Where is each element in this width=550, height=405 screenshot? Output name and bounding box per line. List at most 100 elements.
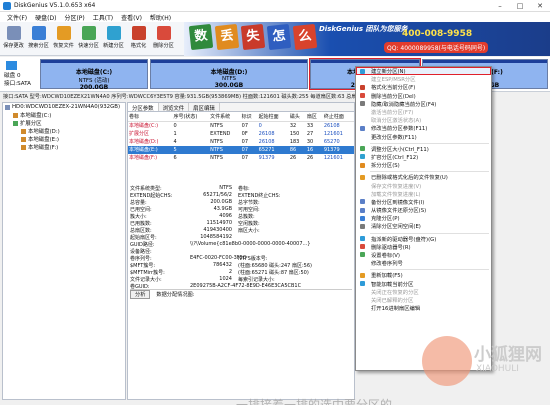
- table-cell: 07: [241, 122, 249, 129]
- menu-item-icon: [360, 244, 365, 250]
- column-header[interactable]: 终止柱面: [322, 112, 354, 122]
- tree-label: 本地磁盘(C:): [20, 113, 52, 119]
- menu-item-label: 修改卷序列号: [371, 261, 403, 268]
- context-menu-item[interactable]: 克隆分区(P): [356, 214, 491, 222]
- save-changes-button[interactable]: 保存更改: [2, 25, 25, 54]
- info-v: 43.9GB: [213, 206, 232, 212]
- analyze-bar: 分析 数据分配情况图:: [130, 289, 352, 299]
- info-v2: [288, 241, 348, 248]
- context-menu-item[interactable]: 扩容分区(Ctrl_F12): [356, 153, 491, 161]
- context-menu-item[interactable]: 清除分区空闲空间(E): [356, 222, 491, 230]
- tree-item-extended[interactable]: 扩展分区: [3, 119, 125, 127]
- context-menu-item[interactable]: 调整分区大小(Ctrl_F11): [356, 145, 491, 153]
- context-menu-item[interactable]: 已删除或格式化后的文件恢复(U): [356, 173, 491, 181]
- context-menu-item[interactable]: 修改卷序列号: [356, 259, 491, 267]
- menu-item-icon: [360, 93, 365, 99]
- column-header[interactable]: 磁头: [288, 112, 306, 122]
- table-row[interactable]: 本地磁盘(E:) 5 NTFS 07 65271 86 16 91379: [128, 145, 354, 154]
- menu-item-label: 智能加载当前分区: [371, 281, 414, 288]
- column-header[interactable]: 文件系统: [209, 112, 241, 122]
- context-menu-item[interactable]: 删除驱动器号(R): [356, 243, 491, 251]
- partition-block-c[interactable]: 本地磁盘(C:) NTFS (活动) 200.0GB: [40, 59, 148, 91]
- menu-file[interactable]: 文件(F): [3, 13, 31, 22]
- delete-partition-button[interactable]: 删除分区: [152, 25, 175, 54]
- tab-partition-params[interactable]: 分区参数: [128, 103, 159, 112]
- menu-item-label: 克隆分区(P): [371, 216, 400, 223]
- info-row: 卷序列号: E4FC-0020-FC00-3F5C NTFS版本号:: [130, 255, 352, 262]
- table-cell: 33: [306, 122, 314, 129]
- table-row[interactable]: 扩展分区 1 EXTEND 0F 26108 150 27 121601: [128, 130, 354, 138]
- format-button[interactable]: 格式化: [127, 25, 150, 54]
- context-menu-item[interactable]: 隐藏/取消隐藏当前分区(F4): [356, 100, 491, 108]
- info-row: $MFTMirr簇号: 2 (柱面:65271 磁头:87 扇区:50): [130, 269, 352, 276]
- menu-separator: [370, 169, 489, 173]
- tree-item-c[interactable]: 本地磁盘(C:): [3, 111, 125, 119]
- promo-banner[interactable]: 数 丢 失 怎 么 DiskGenius 团队为您服务 400-008-9958…: [184, 22, 550, 56]
- context-menu-item[interactable]: 设置卷标(V): [356, 251, 491, 259]
- new-partition-button[interactable]: 新建分区: [102, 25, 125, 54]
- quick-partition-button[interactable]: 快速分区: [77, 25, 100, 54]
- info-k: 簇大小:: [130, 214, 147, 220]
- minimize-button[interactable]: –: [490, 0, 510, 12]
- tab-sector-edit[interactable]: 扇区编辑: [189, 103, 220, 112]
- partition-icon: [21, 128, 26, 134]
- table-row[interactable]: 本地磁盘(C:) 0 NTFS 07 0 32 33 26108: [128, 122, 354, 130]
- banner-slogan: DiskGenius 团队为您服务: [319, 25, 408, 33]
- menu-help[interactable]: 帮助(H): [146, 13, 175, 22]
- partition-table: 卷标 序号(状态) 文件系统 标识 起始柱面 磁头 扇区 终止柱面 本地磁盘(C…: [128, 112, 354, 162]
- tree-item-d[interactable]: 本地磁盘(D:): [3, 127, 125, 135]
- context-menu-item[interactable]: 删除当前分区(Del): [356, 92, 491, 100]
- context-menu-item[interactable]: 智能加载当前分区: [356, 280, 491, 288]
- menu-disk[interactable]: 硬盘(D): [31, 13, 60, 22]
- info-v2: [288, 206, 348, 213]
- search-partition-button[interactable]: 搜索分区: [27, 25, 50, 54]
- maximize-button[interactable]: □: [510, 0, 530, 12]
- context-menu-item[interactable]: 格式化当前分区(F): [356, 83, 491, 91]
- info-k: $MFT簇号:: [130, 263, 156, 269]
- info-v: 786432: [212, 262, 232, 268]
- table-row[interactable]: 本地磁盘(F:) 6 NTFS 07 91379 26 26 121601: [128, 154, 354, 162]
- context-menu-item[interactable]: 重新加载(F5): [356, 271, 491, 279]
- menu-partition[interactable]: 分区(P): [60, 13, 88, 22]
- column-header[interactable]: 扇区: [305, 112, 323, 122]
- column-header[interactable]: 序号(状态): [172, 112, 210, 122]
- partition-block-d[interactable]: 本地磁盘(D:) NTFS 300.0GB: [150, 59, 308, 89]
- tree-item-disk[interactable]: HD0:WDCWD10EZEX-21WN4A0(932GB): [3, 103, 125, 111]
- menu-item-icon: [360, 162, 365, 168]
- table-row[interactable]: 本地磁盘(D:) 4 NTFS 07 26108 183 30 65270: [128, 138, 354, 146]
- column-header[interactable]: 起始柱面: [257, 112, 289, 122]
- menu-item-icon: [360, 223, 365, 229]
- context-menu-item[interactable]: 备份分区到镜像文件(I): [356, 198, 491, 206]
- column-header[interactable]: 卷标: [128, 112, 173, 122]
- context-menu-item[interactable]: 指派新的驱动器号(盘符)(G): [356, 235, 491, 243]
- menu-view[interactable]: 查看(V): [117, 13, 146, 22]
- recover-files-button[interactable]: 恢复文件: [52, 25, 75, 54]
- info-v: 2: [228, 269, 232, 275]
- context-menu-item[interactable]: 更改分区参数(F11): [356, 133, 491, 141]
- menu-item-icon: [360, 154, 365, 160]
- tree-item-e[interactable]: 本地磁盘(E:): [3, 135, 125, 143]
- context-menu-item[interactable]: 打开16进制扇区编辑: [356, 304, 491, 312]
- tool-label: 删除分区: [153, 43, 174, 49]
- analyze-button[interactable]: 分析: [130, 289, 151, 299]
- table-cell: 183: [289, 138, 300, 145]
- close-button[interactable]: ✕: [530, 0, 550, 12]
- menu-item-label: 打开16进制扇区编辑: [371, 306, 421, 313]
- column-header[interactable]: 标识: [240, 112, 258, 122]
- window-title: DiskGenius V5.1.0.653 x64: [14, 2, 96, 9]
- context-menu-item[interactable]: 从镜像文件还原分区(S): [356, 206, 491, 214]
- context-menu-item[interactable]: 拆分分区(S): [356, 161, 491, 169]
- watermark-subtext: XIAOHULI: [476, 364, 519, 374]
- info-k: 文件系统类型:: [130, 186, 162, 192]
- tree-item-f[interactable]: 本地磁盘(F:): [3, 143, 125, 151]
- tree-label: 扩展分区: [20, 121, 42, 127]
- context-menu-item[interactable]: 建立新分区(N): [356, 67, 491, 76]
- menu-tools[interactable]: 工具(T): [89, 13, 117, 22]
- menu-item-icon: [360, 84, 365, 90]
- context-menu-item[interactable]: 修改当前分区参数(F11): [356, 124, 491, 132]
- info-k: 已用簇数:: [130, 221, 152, 227]
- tab-browse-files[interactable]: 浏览文件: [159, 103, 190, 112]
- main-panel: 分区参数 浏览文件 扇区编辑 卷标 序号(状态) 文件系统 标识 起始柱面 磁头…: [127, 102, 355, 400]
- info-k2: 可用空间:: [238, 207, 260, 213]
- table-cell: 07: [240, 145, 258, 154]
